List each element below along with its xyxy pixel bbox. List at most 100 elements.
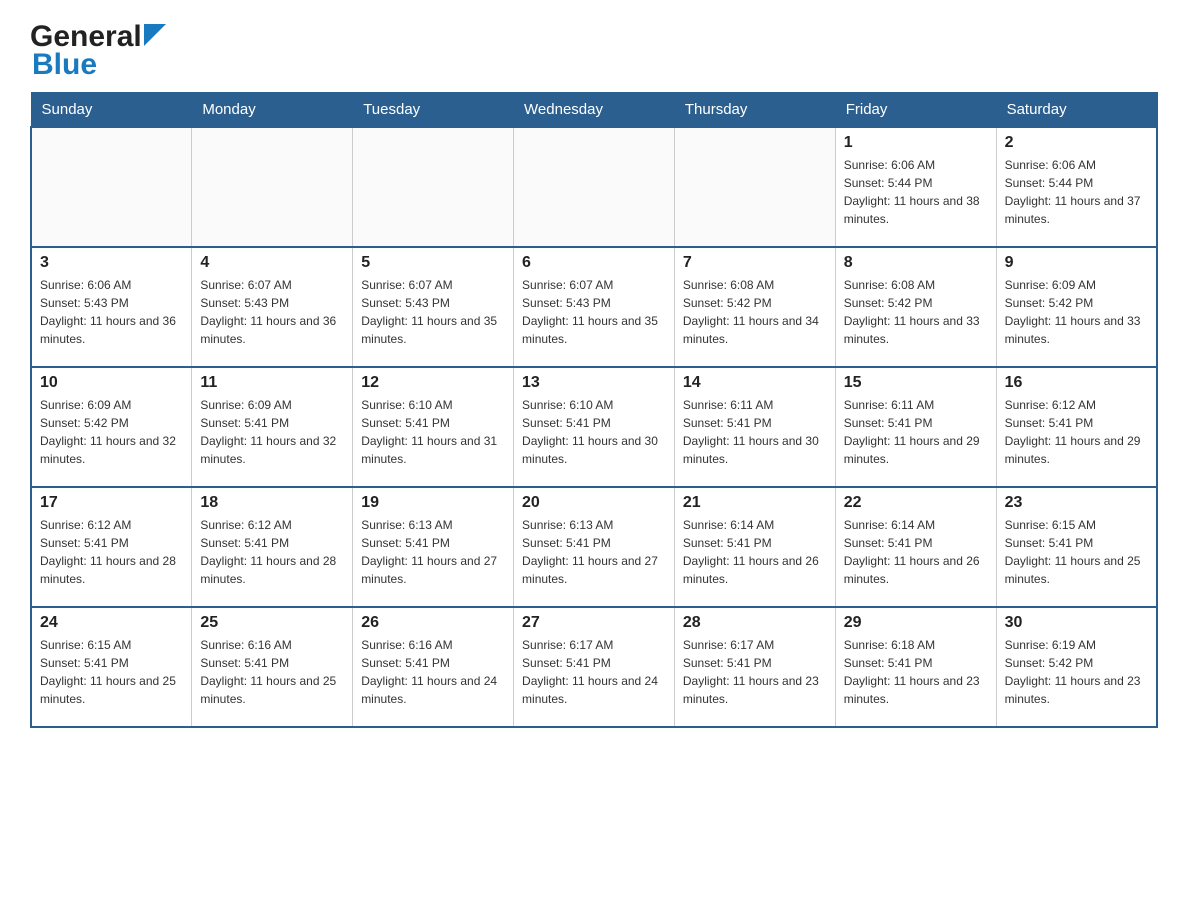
calendar-cell: 26 Sunrise: 6:16 AM Sunset: 5:41 PM Dayli…: [353, 607, 514, 727]
day-number: 6: [522, 254, 666, 272]
calendar-cell: 5 Sunrise: 6:07 AM Sunset: 5:43 PM Daylig…: [353, 247, 514, 367]
day-info: Sunrise: 6:06 AM Sunset: 5:44 PM Dayligh…: [844, 156, 988, 228]
day-number: 20: [522, 494, 666, 512]
day-info: Sunrise: 6:16 AM Sunset: 5:41 PM Dayligh…: [361, 636, 505, 708]
day-info: Sunrise: 6:07 AM Sunset: 5:43 PM Dayligh…: [200, 276, 344, 348]
day-number: 5: [361, 254, 505, 272]
day-info: Sunrise: 6:15 AM Sunset: 5:41 PM Dayligh…: [1005, 516, 1148, 588]
calendar-cell: 30 Sunrise: 6:19 AM Sunset: 5:42 PM Dayli…: [996, 607, 1157, 727]
day-number: 12: [361, 374, 505, 392]
calendar-cell: 3Sunrise: 6:06 AM Sunset: 5:43 PM Daylig…: [31, 247, 192, 367]
column-header-sunday: Sunday: [31, 93, 192, 128]
day-number: 23: [1005, 494, 1148, 512]
column-header-monday: Monday: [192, 93, 353, 128]
day-number: 14: [683, 374, 827, 392]
calendar-cell: 4 Sunrise: 6:07 AM Sunset: 5:43 PM Daylig…: [192, 247, 353, 367]
logo-blue-text: Blue: [32, 48, 97, 81]
day-info: Sunrise: 6:18 AM Sunset: 5:41 PM Dayligh…: [844, 636, 988, 708]
calendar-cell: [514, 127, 675, 247]
calendar-cell: 16 Sunrise: 6:12 AM Sunset: 5:41 PM Dayli…: [996, 367, 1157, 487]
day-info: Sunrise: 6:12 AM Sunset: 5:41 PM Dayligh…: [1005, 396, 1148, 468]
day-number: 3: [40, 254, 183, 272]
day-number: 26: [361, 614, 505, 632]
day-info: Sunrise: 6:06 AM Sunset: 5:44 PM Dayligh…: [1005, 156, 1148, 228]
day-number: 16: [1005, 374, 1148, 392]
calendar-cell: [353, 127, 514, 247]
calendar-week-row: 24Sunrise: 6:15 AM Sunset: 5:41 PM Dayli…: [31, 607, 1157, 727]
calendar-cell: [192, 127, 353, 247]
calendar-cell: 14 Sunrise: 6:11 AM Sunset: 5:41 PM Dayli…: [674, 367, 835, 487]
calendar-cell: 12 Sunrise: 6:10 AM Sunset: 5:41 PM Dayli…: [353, 367, 514, 487]
day-number: 27: [522, 614, 666, 632]
day-number: 8: [844, 254, 988, 272]
day-number: 25: [200, 614, 344, 632]
day-info: Sunrise: 6:10 AM Sunset: 5:41 PM Dayligh…: [522, 396, 666, 468]
calendar-cell: 13 Sunrise: 6:10 AM Sunset: 5:41 PM Dayli…: [514, 367, 675, 487]
day-info: Sunrise: 6:07 AM Sunset: 5:43 PM Dayligh…: [361, 276, 505, 348]
day-number: 30: [1005, 614, 1148, 632]
calendar-cell: 21 Sunrise: 6:14 AM Sunset: 5:41 PM Dayli…: [674, 487, 835, 607]
day-number: 29: [844, 614, 988, 632]
day-info: Sunrise: 6:17 AM Sunset: 5:41 PM Dayligh…: [522, 636, 666, 708]
page-header: General Blue: [30, 20, 1158, 82]
day-info: Sunrise: 6:14 AM Sunset: 5:41 PM Dayligh…: [683, 516, 827, 588]
column-header-friday: Friday: [835, 93, 996, 128]
calendar-cell: 15Sunrise: 6:11 AM Sunset: 5:41 PM Dayli…: [835, 367, 996, 487]
calendar-cell: 17 Sunrise: 6:12 AM Sunset: 5:41 PM Dayli…: [31, 487, 192, 607]
logo-triangle-icon: [144, 24, 166, 46]
calendar-cell: 1Sunrise: 6:06 AM Sunset: 5:44 PM Daylig…: [835, 127, 996, 247]
day-info: Sunrise: 6:09 AM Sunset: 5:42 PM Dayligh…: [1005, 276, 1148, 348]
calendar-cell: 25 Sunrise: 6:16 AM Sunset: 5:41 PM Dayli…: [192, 607, 353, 727]
calendar-cell: 23 Sunrise: 6:15 AM Sunset: 5:41 PM Dayli…: [996, 487, 1157, 607]
calendar-cell: 24Sunrise: 6:15 AM Sunset: 5:41 PM Dayli…: [31, 607, 192, 727]
calendar-week-row: 17 Sunrise: 6:12 AM Sunset: 5:41 PM Dayli…: [31, 487, 1157, 607]
calendar-cell: 2 Sunrise: 6:06 AM Sunset: 5:44 PM Daylig…: [996, 127, 1157, 247]
calendar-cell: 10Sunrise: 6:09 AM Sunset: 5:42 PM Dayli…: [31, 367, 192, 487]
day-number: 9: [1005, 254, 1148, 272]
day-number: 21: [683, 494, 827, 512]
calendar-week-row: 3Sunrise: 6:06 AM Sunset: 5:43 PM Daylig…: [31, 247, 1157, 367]
day-info: Sunrise: 6:17 AM Sunset: 5:41 PM Dayligh…: [683, 636, 827, 708]
calendar-cell: [31, 127, 192, 247]
day-info: Sunrise: 6:16 AM Sunset: 5:41 PM Dayligh…: [200, 636, 344, 708]
day-number: 22: [844, 494, 988, 512]
column-header-saturday: Saturday: [996, 93, 1157, 128]
day-info: Sunrise: 6:14 AM Sunset: 5:41 PM Dayligh…: [844, 516, 988, 588]
calendar-cell: 8Sunrise: 6:08 AM Sunset: 5:42 PM Daylig…: [835, 247, 996, 367]
day-number: 13: [522, 374, 666, 392]
calendar-cell: 18 Sunrise: 6:12 AM Sunset: 5:41 PM Dayli…: [192, 487, 353, 607]
calendar-cell: 20Sunrise: 6:13 AM Sunset: 5:41 PM Dayli…: [514, 487, 675, 607]
day-info: Sunrise: 6:13 AM Sunset: 5:41 PM Dayligh…: [361, 516, 505, 588]
day-number: 7: [683, 254, 827, 272]
day-info: Sunrise: 6:09 AM Sunset: 5:41 PM Dayligh…: [200, 396, 344, 468]
calendar-cell: 29 Sunrise: 6:18 AM Sunset: 5:41 PM Dayli…: [835, 607, 996, 727]
column-header-thursday: Thursday: [674, 93, 835, 128]
logo: General Blue: [30, 20, 166, 82]
calendar-cell: 11 Sunrise: 6:09 AM Sunset: 5:41 PM Dayli…: [192, 367, 353, 487]
day-number: 2: [1005, 134, 1148, 152]
day-number: 15: [844, 374, 988, 392]
day-info: Sunrise: 6:11 AM Sunset: 5:41 PM Dayligh…: [683, 396, 827, 468]
calendar-week-row: 1Sunrise: 6:06 AM Sunset: 5:44 PM Daylig…: [31, 127, 1157, 247]
day-info: Sunrise: 6:19 AM Sunset: 5:42 PM Dayligh…: [1005, 636, 1148, 708]
day-number: 11: [200, 374, 344, 392]
day-number: 4: [200, 254, 344, 272]
day-number: 17: [40, 494, 183, 512]
calendar-week-row: 10Sunrise: 6:09 AM Sunset: 5:42 PM Dayli…: [31, 367, 1157, 487]
calendar-cell: 9 Sunrise: 6:09 AM Sunset: 5:42 PM Daylig…: [996, 247, 1157, 367]
column-header-tuesday: Tuesday: [353, 93, 514, 128]
day-number: 28: [683, 614, 827, 632]
day-info: Sunrise: 6:10 AM Sunset: 5:41 PM Dayligh…: [361, 396, 505, 468]
column-header-wednesday: Wednesday: [514, 93, 675, 128]
day-number: 18: [200, 494, 344, 512]
calendar-cell: [674, 127, 835, 247]
calendar-cell: 6 Sunrise: 6:07 AM Sunset: 5:43 PM Daylig…: [514, 247, 675, 367]
calendar-cell: 27 Sunrise: 6:17 AM Sunset: 5:41 PM Dayli…: [514, 607, 675, 727]
calendar-cell: 7Sunrise: 6:08 AM Sunset: 5:42 PM Daylig…: [674, 247, 835, 367]
day-number: 19: [361, 494, 505, 512]
day-info: Sunrise: 6:12 AM Sunset: 5:41 PM Dayligh…: [40, 516, 183, 588]
day-number: 10: [40, 374, 183, 392]
day-info: Sunrise: 6:12 AM Sunset: 5:41 PM Dayligh…: [200, 516, 344, 588]
day-info: Sunrise: 6:07 AM Sunset: 5:43 PM Dayligh…: [522, 276, 666, 348]
day-number: 24: [40, 614, 183, 632]
